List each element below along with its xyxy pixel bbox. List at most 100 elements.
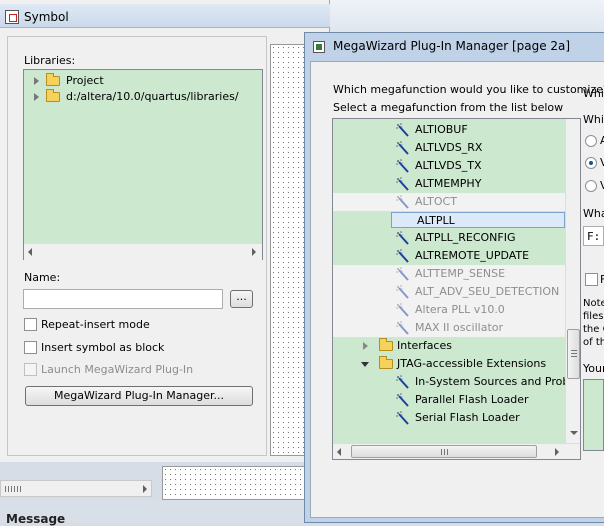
megafunction-item-label: ALTIOBUF xyxy=(415,123,468,136)
wand-icon xyxy=(396,141,410,155)
group-interfaces[interactable]: Interfaces xyxy=(333,337,565,355)
scroll-down-icon[interactable] xyxy=(570,431,578,435)
megafunction-vertical-scrollbar[interactable] xyxy=(565,119,580,443)
wand-icon xyxy=(396,393,410,407)
megafunction-item[interactable]: ALTPLL_RECONFIG xyxy=(333,229,565,247)
megafunction-item[interactable]: ALTMEMPHY xyxy=(333,175,565,193)
folder-icon xyxy=(46,73,60,86)
megafunction-list[interactable]: ALTIOBUF ALTLVDS_RX ALTLVDS_TX ALTMEMPHY ALT… xyxy=(332,118,581,460)
megafunction-item[interactable]: ALTIOBUF xyxy=(333,121,565,139)
insert-as-block-label: Insert symbol as block xyxy=(41,341,165,354)
wand-icon xyxy=(396,411,410,425)
wand-icon xyxy=(396,285,410,299)
megafunction-item-label: ALT_ADV_SEU_DETECTION xyxy=(415,285,560,298)
megafunction-item[interactable]: MAX II oscillator xyxy=(333,319,565,337)
repeat-insert-label: Repeat-insert mode xyxy=(41,318,150,331)
megawizard-manager-button[interactable]: MegaWizard Plug-In Manager... xyxy=(25,386,253,406)
scrollbar-grip-icon xyxy=(5,486,23,492)
scroll-right-icon[interactable] xyxy=(555,448,559,456)
group-jtag-extensions[interactable]: JTAG-accessible Extensions xyxy=(333,355,565,373)
expand-arrow-icon[interactable] xyxy=(34,93,39,101)
scroll-left-icon[interactable] xyxy=(337,448,341,456)
right-checkbox[interactable] xyxy=(585,273,598,286)
jtag-item[interactable]: Parallel Flash Loader xyxy=(333,391,565,409)
megawizard-window-title: MegaWizard Plug-In Manager [page 2a] xyxy=(333,39,571,53)
megafunction-item[interactable]: ALTREMOTE_UPDATE xyxy=(333,247,565,265)
megafunction-item[interactable]: ALTLVDS_TX xyxy=(333,157,565,175)
megafunction-item-label: MAX II oscillator xyxy=(415,321,504,334)
family-radio-3[interactable] xyxy=(585,180,597,192)
megafunction-item[interactable]: ALTPLL xyxy=(333,211,565,229)
right-checkbox-label: F xyxy=(600,273,604,286)
jtag-item[interactable]: In-System Sources and Probes xyxy=(333,373,580,391)
family-radio-2-label: V xyxy=(600,156,604,169)
tree-item-label: d:/altera/10.0/quartus/libraries/ xyxy=(66,90,239,103)
megafunction-item-label: ALTPLL xyxy=(391,212,565,228)
tree-item-label: Project xyxy=(66,74,104,87)
scroll-right-icon[interactable] xyxy=(143,485,147,493)
family-radio-1[interactable] xyxy=(585,135,597,147)
wand-icon xyxy=(396,249,410,263)
note-line-2: files xyxy=(583,311,604,322)
scrollbar-thumb[interactable] xyxy=(351,445,537,458)
jtag-item[interactable]: Serial Flash Loader xyxy=(333,409,565,427)
libraries-horizontal-scrollbar[interactable] xyxy=(24,243,262,260)
launch-megawizard-label: Launch MegaWizard Plug-In xyxy=(41,363,194,376)
megafunction-horizontal-scrollbar[interactable] xyxy=(333,443,580,459)
wand-icon xyxy=(396,159,410,173)
launch-megawizard-checkbox[interactable] xyxy=(24,363,37,376)
messages-panel-title: Message xyxy=(6,512,66,526)
wand-icon xyxy=(396,195,410,209)
megafunction-item[interactable]: ALTTEMP_SENSE xyxy=(333,265,565,283)
megafunction-item[interactable]: ALT_ADV_SEU_DETECTION xyxy=(333,283,565,301)
symbol-window-icon xyxy=(5,10,19,24)
name-input[interactable] xyxy=(23,289,223,309)
right-what-label: What xyxy=(583,207,604,220)
browse-button[interactable]: ... xyxy=(230,290,253,308)
wand-icon xyxy=(396,303,410,317)
note-line-3: the C xyxy=(583,324,604,335)
megafunction-item-label: ALTMEMPHY xyxy=(415,177,482,190)
megafunction-instruction: Select a megafunction from the list belo… xyxy=(333,101,564,114)
tree-item-project[interactable]: Project xyxy=(34,73,104,90)
scroll-right-icon[interactable] xyxy=(252,248,256,256)
symbol-title-bar[interactable]: Symbol xyxy=(0,4,330,28)
megafunction-item-label: ALTLVDS_RX xyxy=(415,141,483,154)
megafunction-item[interactable]: ALTLVDS_RX xyxy=(333,139,565,157)
collapse-arrow-icon[interactable] xyxy=(361,362,369,367)
right-which-label-1: Whic xyxy=(583,87,604,100)
jtag-item-label: Serial Flash Loader xyxy=(415,411,520,424)
scroll-left-icon[interactable] xyxy=(28,248,32,256)
scrollbar-thumb[interactable] xyxy=(567,329,580,379)
folder-icon xyxy=(46,89,60,102)
expand-arrow-icon[interactable] xyxy=(34,77,39,85)
megafunction-item-label: ALTOCT xyxy=(415,195,457,208)
schematic-horizontal-scrollbar[interactable] xyxy=(0,480,152,497)
libraries-tree[interactable]: Project d:/altera/10.0/quartus/libraries… xyxy=(23,69,263,260)
family-radio-3-label: V xyxy=(600,179,604,192)
name-label: Name: xyxy=(24,271,61,284)
wand-icon xyxy=(396,375,410,389)
folder-open-icon xyxy=(379,356,393,369)
insert-as-block-checkbox[interactable] xyxy=(24,341,37,354)
wand-icon xyxy=(396,177,410,191)
megawizard-window-icon xyxy=(313,41,325,53)
expand-arrow-icon[interactable] xyxy=(363,342,368,350)
right-list-box[interactable] xyxy=(583,379,604,451)
family-radio-2[interactable] xyxy=(585,157,597,169)
megafunction-item[interactable]: Altera PLL v10.0 xyxy=(333,301,565,319)
wand-icon xyxy=(396,267,410,281)
repeat-insert-checkbox[interactable] xyxy=(24,318,37,331)
tree-item-libraries[interactable]: d:/altera/10.0/quartus/libraries/ xyxy=(34,89,239,106)
megafunction-question: Which megafunction would you like to cus… xyxy=(333,83,604,96)
output-file-input[interactable] xyxy=(583,226,604,246)
folder-icon xyxy=(379,338,393,351)
schematic-canvas[interactable] xyxy=(162,466,308,500)
jtag-item-label: Parallel Flash Loader xyxy=(415,393,529,406)
megafunction-item-label: Altera PLL v10.0 xyxy=(415,303,505,316)
megafunction-item[interactable]: ALTOCT xyxy=(333,193,565,211)
group-label: Interfaces xyxy=(397,339,452,352)
symbol-window-title: Symbol xyxy=(24,10,69,24)
wand-icon xyxy=(396,231,410,245)
megawizard-title-bar[interactable]: MegaWizard Plug-In Manager [page 2a] xyxy=(305,33,604,61)
